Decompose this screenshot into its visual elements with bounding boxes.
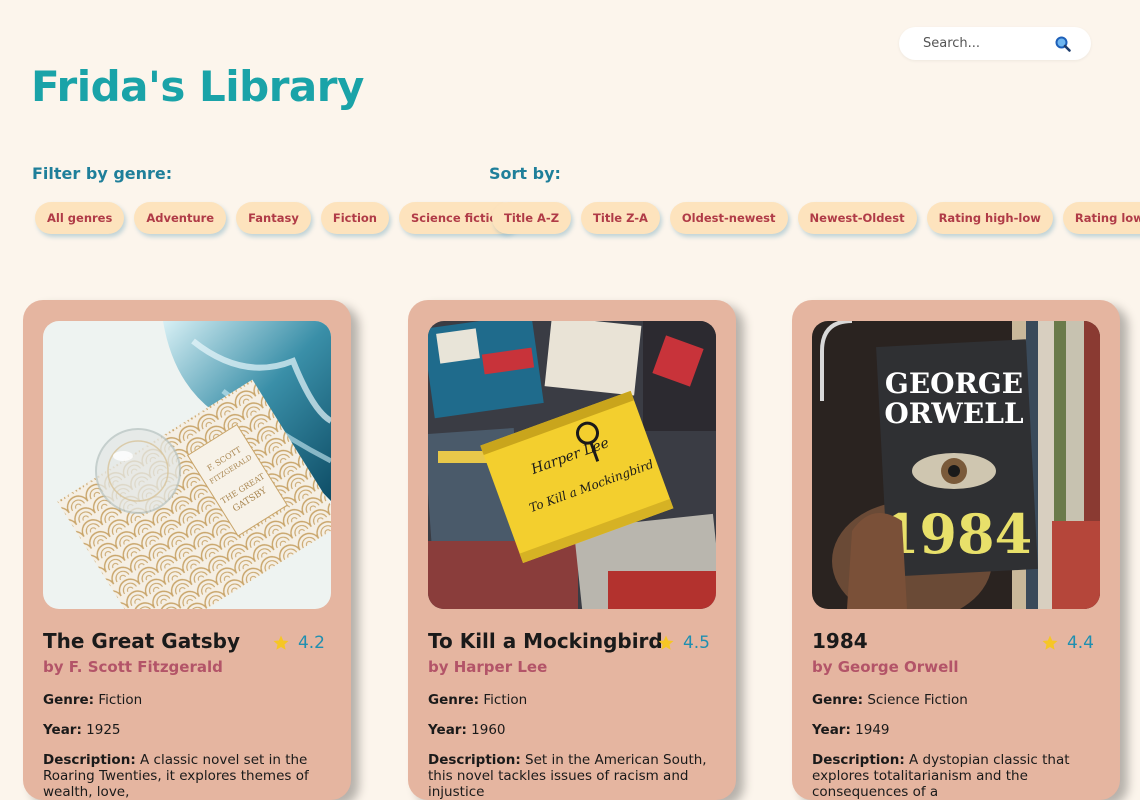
year-label: Year: (812, 722, 851, 738)
page-title: Frida's Library (31, 62, 364, 111)
search-input[interactable] (923, 27, 1048, 60)
star-icon (273, 635, 289, 650)
genre-value: Fiction (98, 692, 143, 708)
filter-adventure-button[interactable]: Adventure (134, 202, 227, 234)
description-label: Description: (43, 752, 136, 768)
star-icon (1042, 635, 1058, 650)
book-year: Year: 1960 (428, 722, 718, 738)
book-title: To Kill a Mockingbird (428, 629, 663, 653)
year-value: 1925 (86, 722, 121, 738)
year-label: Year: (428, 722, 467, 738)
rating-value: 4.5 (682, 633, 710, 653)
genre-value: Fiction (483, 692, 528, 708)
description-label: Description: (812, 752, 905, 768)
book-card[interactable]: GEORGE ORWELL 1984 1984 4.4 by George Or… (792, 300, 1120, 800)
sort-group: Title A-Z Title Z-A Oldest-newest Newest… (492, 202, 1140, 234)
book-year: Year: 1949 (812, 722, 1102, 738)
genre-label: Genre: (812, 692, 864, 708)
book-title: The Great Gatsby (43, 629, 241, 653)
filter-fantasy-button[interactable]: Fantasy (236, 202, 311, 234)
sort-rating-low-high-button[interactable]: Rating low-high (1062, 202, 1140, 234)
book-genre: Genre: Science Fiction (812, 692, 1102, 708)
rating-value: 4.4 (1066, 633, 1094, 653)
book-card[interactable]: Harper Lee To Kill a Mockingbird To Kill… (408, 300, 736, 800)
cover-text: 1984 (882, 502, 1032, 566)
book-author: by Harper Lee (428, 658, 548, 676)
book-author: by George Orwell (812, 658, 959, 676)
sort-oldest-newest-button[interactable]: Oldest-newest (669, 202, 788, 234)
sort-label: Sort by: (489, 164, 561, 183)
book-genre: Genre: Fiction (43, 692, 333, 708)
sort-rating-high-low-button[interactable]: Rating high-low (926, 202, 1053, 234)
genre-filter-group: All genres Adventure Fantasy Fiction Sci… (35, 202, 528, 234)
filter-all-genres-button[interactable]: All genres (35, 202, 125, 234)
genre-value: Science Fiction (867, 692, 968, 708)
genre-label: Genre: (428, 692, 480, 708)
star-icon (658, 635, 674, 650)
book-description: Description: Set in the American South, … (428, 752, 718, 800)
rating-value: 4.2 (297, 633, 325, 653)
book-title: 1984 (812, 629, 868, 653)
year-value: 1949 (855, 722, 890, 738)
book-description: Description: A dystopian classic that ex… (812, 752, 1102, 800)
book-card[interactable]: F. SCOTT FITZGERALD THE GREAT GATSBY The… (23, 300, 351, 800)
book-author: by F. Scott Fitzgerald (43, 658, 223, 676)
book-rating: 4.4 (1041, 633, 1094, 653)
filter-fiction-button[interactable]: Fiction (320, 202, 389, 234)
year-value: 1960 (471, 722, 506, 738)
cover-text: ORWELL (884, 397, 1024, 430)
sort-newest-oldest-button[interactable]: Newest-Oldest (797, 202, 917, 234)
book-cover-image: F. SCOTT FITZGERALD THE GREAT GATSBY (43, 321, 331, 609)
book-cover-image: GEORGE ORWELL 1984 (812, 321, 1100, 609)
genre-label: Genre: (43, 692, 95, 708)
year-label: Year: (43, 722, 82, 738)
book-cover-image: Harper Lee To Kill a Mockingbird (428, 321, 716, 609)
cover-text: GEORGE (885, 367, 1023, 400)
book-year: Year: 1925 (43, 722, 333, 738)
filter-label: Filter by genre: (32, 164, 173, 183)
description-label: Description: (428, 752, 521, 768)
book-description: Description: A classic novel set in the … (43, 752, 333, 800)
book-genre: Genre: Fiction (428, 692, 718, 708)
book-rating: 4.2 (272, 633, 325, 653)
search-icon[interactable] (1054, 35, 1072, 53)
search-box[interactable] (899, 27, 1091, 60)
sort-title-za-button[interactable]: Title Z-A (581, 202, 660, 234)
sort-title-az-button[interactable]: Title A-Z (492, 202, 572, 234)
book-rating: 4.5 (657, 633, 710, 653)
